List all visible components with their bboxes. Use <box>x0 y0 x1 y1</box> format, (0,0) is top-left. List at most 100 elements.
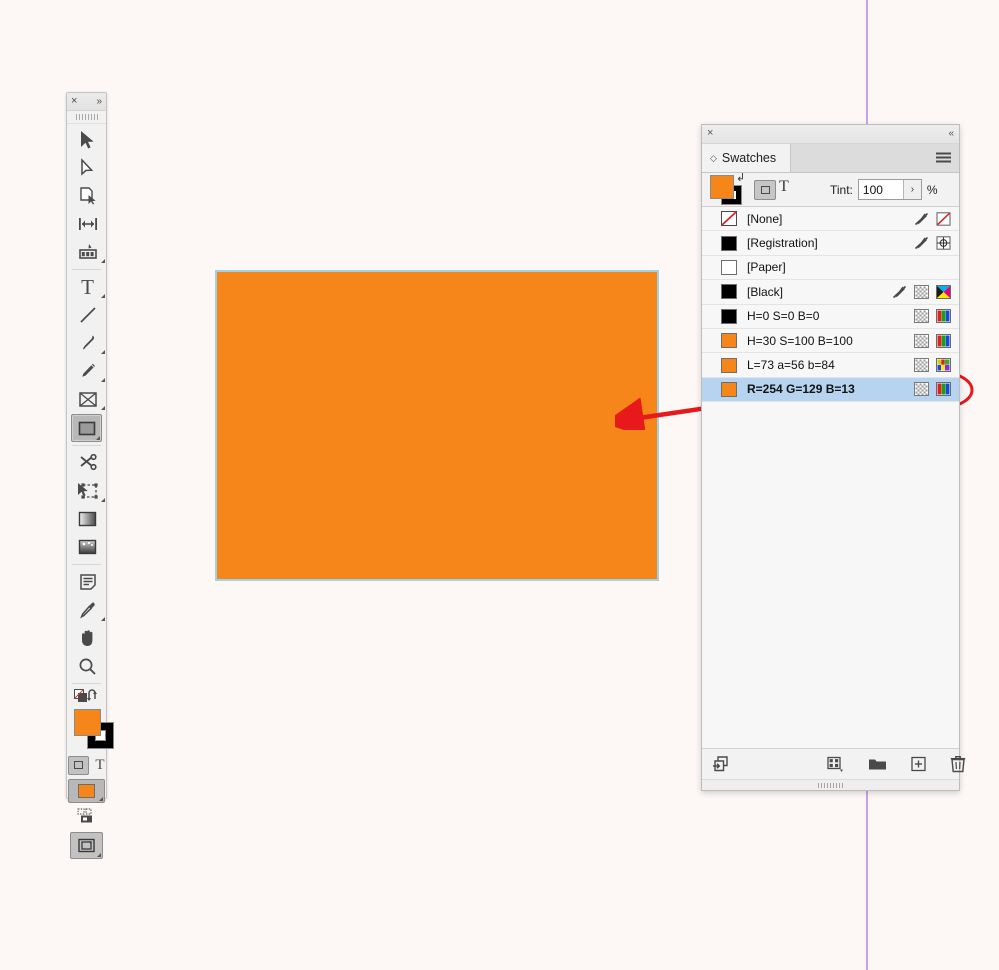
pen-slash-icon[interactable] <box>892 285 907 299</box>
apply-gradient-none-row[interactable] <box>67 803 106 829</box>
fill-stroke-color-well[interactable] <box>67 707 114 753</box>
page-tool[interactable] <box>67 182 108 210</box>
flyout-triangle-icon <box>101 406 105 410</box>
tint-input-group[interactable]: › <box>857 179 922 200</box>
registration-target-icon[interactable] <box>936 236 951 250</box>
panel-fill-swatch[interactable] <box>710 175 734 199</box>
swatch-name: [Black] <box>747 284 784 299</box>
swatch-row[interactable]: R=254 G=129 B=13 <box>702 377 959 403</box>
swatch-row[interactable]: [None] <box>702 207 959 232</box>
format-container-button[interactable] <box>754 180 776 200</box>
expand-icon[interactable]: » <box>96 94 102 109</box>
swatch-row[interactable]: L=73 a=56 b=84 <box>702 353 959 378</box>
tint-control[interactable]: Tint: › % <box>830 179 938 200</box>
hand-tool[interactable] <box>67 624 108 652</box>
panel-resize-grip[interactable] <box>702 779 959 790</box>
eyedropper-tool[interactable] <box>67 596 108 624</box>
tint-input[interactable] <box>858 180 903 199</box>
pencil-tool[interactable] <box>67 357 108 385</box>
tools-panel-titlebar: × » <box>67 93 106 111</box>
line-tool[interactable] <box>67 301 108 329</box>
frame-tool[interactable] <box>67 385 108 413</box>
format-container-button[interactable] <box>68 755 90 775</box>
panel-menu-icon[interactable] <box>936 152 951 164</box>
selection-tool[interactable] <box>67 126 108 154</box>
free-transform-tool[interactable] <box>67 477 108 505</box>
tint-checker-icon[interactable] <box>914 333 929 348</box>
panel-tab-strip[interactable]: ◇ Swatches <box>702 144 959 173</box>
cmyk-icon[interactable] <box>936 284 951 299</box>
panel-titlebar[interactable]: × « <box>702 125 959 144</box>
new-swatch-button[interactable] <box>911 756 926 772</box>
rgb-icon[interactable] <box>936 382 951 397</box>
type-tool[interactable]: T <box>67 273 108 301</box>
close-icon[interactable]: × <box>707 125 713 142</box>
swatch-list[interactable]: [None] [Registration] [Paper] [Black] H=0 S=… <box>702 207 959 748</box>
swatch-list-empty-area[interactable] <box>702 402 959 748</box>
delete-swatch-button[interactable] <box>950 756 966 773</box>
arrow-solid-icon <box>80 131 94 149</box>
swatch-row[interactable]: [Black] <box>702 280 959 305</box>
formatting-affects-row: T <box>67 753 106 777</box>
collapse-icon[interactable]: « <box>948 125 954 142</box>
rgb-icon[interactable] <box>936 309 951 324</box>
trash-icon <box>950 756 966 773</box>
apply-color-button[interactable] <box>68 779 105 803</box>
tab-swatches[interactable]: ◇ Swatches <box>702 144 792 172</box>
tools-panel-drag-grip[interactable] <box>67 111 106 124</box>
new-color-group-button[interactable] <box>827 756 844 772</box>
note-lines-icon <box>79 574 96 590</box>
swatch-row[interactable]: [Paper] <box>702 256 959 281</box>
scissors-tool[interactable] <box>67 449 108 477</box>
flyout-triangle-icon <box>101 259 105 263</box>
pen-slash-icon[interactable] <box>914 236 929 250</box>
pen-slash-icon[interactable] <box>914 212 929 226</box>
swatch-name: [Paper] <box>747 260 786 275</box>
content-collector-tool[interactable] <box>67 238 108 266</box>
direct-selection-tool[interactable] <box>67 154 108 182</box>
gradient-swatch-tool[interactable] <box>67 505 108 533</box>
arrow-outline-icon <box>80 158 93 176</box>
pen-tool[interactable] <box>67 329 108 357</box>
swatches-panel[interactable]: × « ◇ Swatches ↲ T Tint: › % <box>701 124 966 791</box>
flyout-triangle-icon <box>101 294 105 298</box>
swap-colors-icon[interactable] <box>86 689 100 703</box>
panel-fill-stroke-well[interactable]: ↲ <box>709 171 749 205</box>
format-text-button[interactable]: T <box>779 178 789 196</box>
lab-icon[interactable] <box>936 358 951 373</box>
tint-checker-icon[interactable] <box>914 382 929 397</box>
tint-percent-label: % <box>926 182 938 197</box>
apply-none-icon[interactable] <box>76 808 97 824</box>
format-text-button[interactable]: T <box>95 757 104 774</box>
tools-panel[interactable]: × » T T <box>66 92 114 859</box>
rgb-icon[interactable] <box>936 333 951 348</box>
flyout-triangle-icon <box>101 498 105 502</box>
new-swatch-folder-button[interactable] <box>868 757 887 772</box>
none-slash-icon[interactable] <box>936 211 951 226</box>
swatch-row[interactable]: H=0 S=0 B=0 <box>702 305 959 329</box>
swatch-chip <box>721 357 737 373</box>
swatch-row-icons <box>914 207 951 230</box>
plus-square-icon <box>911 756 926 772</box>
tint-checker-icon[interactable] <box>914 309 929 324</box>
tint-checker-icon[interactable] <box>914 358 929 373</box>
zoom-tool[interactable] <box>67 652 108 680</box>
gradient-feather-tool[interactable] <box>67 533 108 561</box>
toolbar-divider <box>72 445 101 446</box>
swatch-name: [Registration] <box>747 236 818 251</box>
tint-checker-icon[interactable] <box>914 284 929 299</box>
flyout-triangle-icon <box>96 436 100 440</box>
swatch-row[interactable]: [Registration] <box>702 231 959 256</box>
swatch-row[interactable]: H=30 S=100 B=100 <box>702 329 959 354</box>
close-icon[interactable]: × <box>71 94 77 109</box>
fill-color-swatch[interactable] <box>74 709 101 736</box>
gap-tool[interactable] <box>67 210 108 238</box>
note-tool[interactable] <box>67 568 108 596</box>
tint-label: Tint: <box>830 182 853 197</box>
rectangle-tool[interactable] <box>71 414 102 442</box>
orange-rectangle[interactable] <box>215 270 659 581</box>
tint-dropdown-icon[interactable]: › <box>902 180 921 199</box>
screen-mode-button[interactable] <box>70 832 103 859</box>
swap-arrow-icon[interactable]: ↲ <box>736 171 745 184</box>
show-swatches-button[interactable] <box>712 756 730 773</box>
